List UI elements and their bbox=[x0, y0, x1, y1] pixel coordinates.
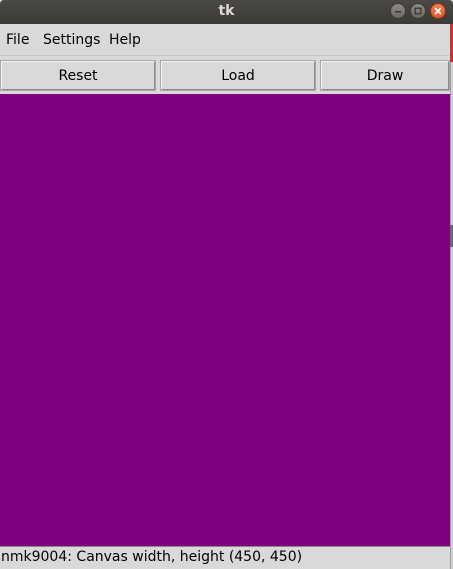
minimize-button[interactable] bbox=[390, 3, 406, 19]
reset-button[interactable]: Reset bbox=[0, 60, 156, 91]
draw-button[interactable]: Draw bbox=[320, 60, 450, 91]
maximize-button[interactable] bbox=[410, 3, 426, 19]
app-window: tk File Settings Help Reset Load Draw nm… bbox=[0, 0, 453, 569]
menu-file[interactable]: File bbox=[6, 32, 29, 48]
close-icon bbox=[434, 7, 442, 15]
menu-bar: File Settings Help bbox=[0, 24, 450, 56]
load-button[interactable]: Load bbox=[160, 60, 316, 91]
close-button[interactable] bbox=[430, 3, 446, 19]
maximize-icon bbox=[414, 7, 422, 15]
status-bar: nmk9004: Canvas width, height (450, 450) bbox=[0, 546, 450, 569]
menu-settings[interactable]: Settings bbox=[43, 32, 100, 48]
toolbar: Reset Load Draw bbox=[0, 56, 450, 94]
minimize-icon bbox=[395, 11, 401, 13]
title-bar[interactable]: tk bbox=[0, 0, 453, 24]
status-text: nmk9004: Canvas width, height (450, 450) bbox=[1, 549, 303, 565]
drawing-canvas[interactable] bbox=[0, 94, 450, 546]
window-title: tk bbox=[218, 3, 235, 19]
menu-help[interactable]: Help bbox=[109, 32, 141, 48]
